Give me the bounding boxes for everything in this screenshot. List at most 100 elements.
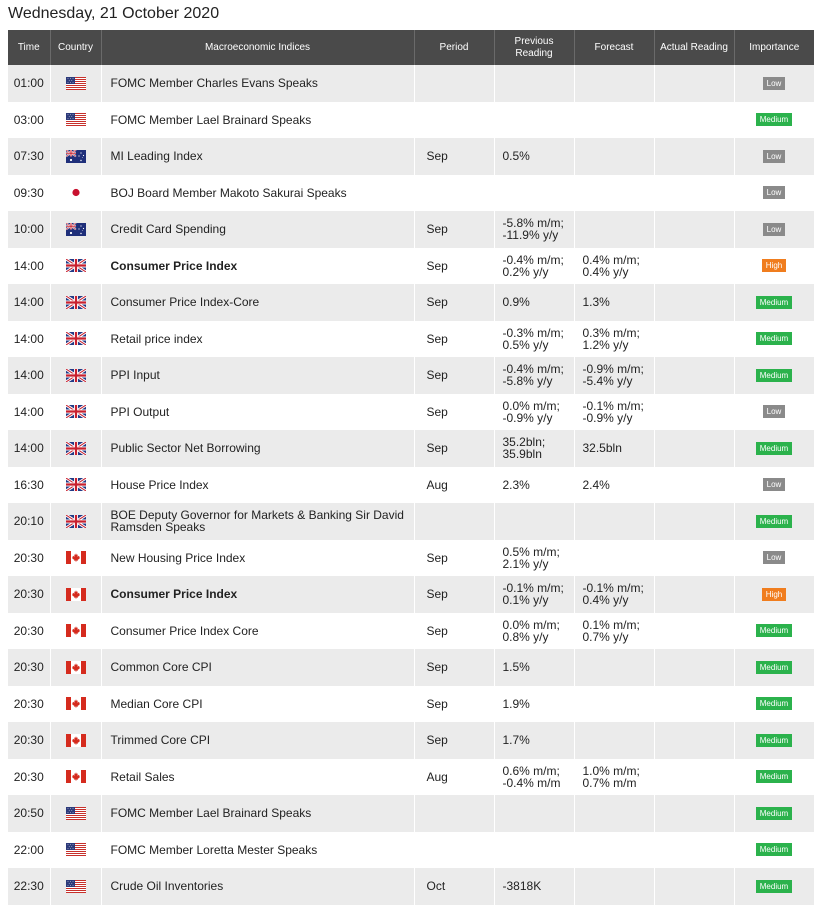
forecast-line: 0.7% y/y bbox=[582, 629, 629, 644]
previous-reading-line: 0.9% bbox=[502, 295, 530, 310]
previous-reading-line: 1.7% bbox=[502, 733, 530, 748]
forecast-line: -0.1% m/m; bbox=[582, 398, 644, 413]
importance-badge: High bbox=[761, 259, 787, 273]
actual-reading-cell bbox=[654, 503, 735, 540]
previous-reading-cell bbox=[494, 831, 575, 868]
table-row: 01:00 FOMC Member Charles Evans Speaks Low bbox=[8, 65, 815, 102]
country-cell bbox=[50, 320, 102, 357]
country-cell bbox=[50, 174, 102, 211]
previous-reading-line: 1.5% bbox=[502, 660, 530, 675]
country-cell bbox=[50, 831, 102, 868]
period-cell: Sep bbox=[414, 320, 495, 357]
ca-flag-icon bbox=[65, 660, 86, 674]
time-cell: 14:00 bbox=[8, 320, 51, 357]
header-index: Macroeconomic Indices bbox=[101, 30, 415, 65]
table-row: 20:30 Consumer Price Index Core Sep 0.0% m/… bbox=[8, 612, 815, 649]
uk-flag-icon bbox=[64, 477, 87, 493]
importance-badge: Low bbox=[762, 76, 786, 90]
uk-flag-icon bbox=[64, 258, 87, 274]
time-cell: 14:00 bbox=[8, 284, 51, 321]
importance-cell: Low bbox=[734, 138, 815, 175]
previous-reading-cell: 0.0% m/m; -0.9% y/y bbox=[494, 393, 575, 430]
time-cell: 14:00 bbox=[8, 247, 51, 284]
forecast-cell: 1.3% bbox=[574, 284, 655, 321]
previous-reading-line: -3818K bbox=[502, 879, 542, 894]
table-row: 07:30 MI Leading Index Sep 0.5% Low bbox=[8, 138, 815, 175]
header-forecast: Forecast bbox=[574, 30, 655, 65]
previous-reading-line: -0.3% m/m; bbox=[502, 325, 564, 340]
us-flag-icon bbox=[65, 113, 86, 127]
table-row: 20:30 Median Core CPI Sep 1.9% Medium bbox=[8, 685, 815, 722]
actual-reading-cell bbox=[654, 539, 735, 576]
time-cell: 20:10 bbox=[8, 503, 51, 540]
previous-reading-cell bbox=[494, 101, 575, 138]
country-cell bbox=[50, 795, 102, 832]
importance-cell: Low bbox=[734, 65, 815, 102]
forecast-cell bbox=[574, 503, 655, 540]
jp-flag-icon bbox=[65, 186, 86, 200]
importance-badge: Medium bbox=[755, 295, 793, 309]
actual-reading-cell bbox=[654, 430, 735, 467]
forecast-cell bbox=[574, 174, 655, 211]
header-country: Country bbox=[50, 30, 102, 65]
period-cell: Sep bbox=[414, 539, 495, 576]
time-cell: 20:30 bbox=[8, 576, 51, 613]
previous-reading-cell: -0.4% m/m; 0.2% y/y bbox=[494, 247, 575, 284]
period-cell bbox=[414, 831, 495, 868]
previous-reading-line: 0.5% bbox=[502, 149, 530, 164]
country-cell bbox=[50, 466, 102, 503]
period-cell: Sep bbox=[414, 393, 495, 430]
country-cell bbox=[50, 649, 102, 686]
time-cell: 20:30 bbox=[8, 685, 51, 722]
importance-cell: Low bbox=[734, 174, 815, 211]
importance-cell: Medium bbox=[734, 722, 815, 759]
country-cell bbox=[50, 503, 102, 540]
country-cell bbox=[50, 211, 102, 248]
period-cell bbox=[414, 65, 495, 102]
importance-badge: Medium bbox=[755, 733, 793, 747]
previous-reading-cell: -0.3% m/m; 0.5% y/y bbox=[494, 320, 575, 357]
table-row: 20:30 Consumer Price Index Sep -0.1% m/m; 0.… bbox=[8, 576, 815, 613]
period-cell: Sep bbox=[414, 284, 495, 321]
table-row: 14:00 Public Sector Net Borrowing Sep 35.2b… bbox=[8, 430, 815, 467]
previous-reading-line: 0.5% m/m; bbox=[502, 544, 560, 559]
time-cell: 07:30 bbox=[8, 138, 51, 175]
index-cell: PPI Input bbox=[101, 357, 415, 394]
forecast-cell: 0.4% m/m; 0.4% y/y bbox=[574, 247, 655, 284]
period-cell bbox=[414, 174, 495, 211]
period-cell: Sep bbox=[414, 612, 495, 649]
index-cell: FOMC Member Charles Evans Speaks bbox=[101, 65, 415, 102]
actual-reading-cell bbox=[654, 393, 735, 430]
previous-reading-line: -0.9% y/y bbox=[502, 410, 553, 425]
uk-flag-icon bbox=[64, 367, 87, 384]
table-body: 01:00 FOMC Member Charles Evans Speaks Low… bbox=[8, 65, 815, 905]
actual-reading-cell bbox=[654, 758, 735, 795]
index-cell: FOMC Member Lael Brainard Speaks bbox=[101, 101, 415, 138]
importance-cell: Medium bbox=[734, 868, 815, 905]
index-cell: Crude Oil Inventories bbox=[101, 868, 415, 905]
previous-reading-cell: 0.6% m/m; -0.4% m/m bbox=[494, 758, 575, 795]
importance-badge: Low bbox=[762, 186, 786, 200]
forecast-line: -0.9% y/y bbox=[582, 410, 633, 425]
period-cell bbox=[414, 503, 495, 540]
previous-reading-line: 2.1% y/y bbox=[502, 556, 549, 571]
previous-reading-cell: 1.7% bbox=[494, 722, 575, 759]
time-cell: 20:30 bbox=[8, 758, 51, 795]
importance-badge: Medium bbox=[755, 770, 793, 784]
importance-cell: Low bbox=[734, 466, 815, 503]
forecast-line: 0.7% m/m bbox=[582, 775, 637, 790]
header-actual-reading: Actual Reading bbox=[654, 30, 735, 65]
index-cell: Public Sector Net Borrowing bbox=[101, 430, 415, 467]
ca-flag-icon bbox=[65, 697, 86, 711]
forecast-cell bbox=[574, 649, 655, 686]
table-row: 20:30 New Housing Price Index Sep 0.5% m/m;… bbox=[8, 539, 815, 576]
previous-reading-line: -11.9% y/y bbox=[502, 228, 559, 243]
importance-cell: Medium bbox=[734, 101, 815, 138]
importance-badge: Medium bbox=[755, 697, 793, 711]
period-cell: Sep bbox=[414, 576, 495, 613]
period-cell: Sep bbox=[414, 685, 495, 722]
uk-flag-icon bbox=[64, 294, 87, 311]
actual-reading-cell bbox=[654, 101, 735, 138]
forecast-cell: 1.0% m/m; 0.7% m/m bbox=[574, 758, 655, 795]
time-cell: 01:00 bbox=[8, 65, 51, 102]
